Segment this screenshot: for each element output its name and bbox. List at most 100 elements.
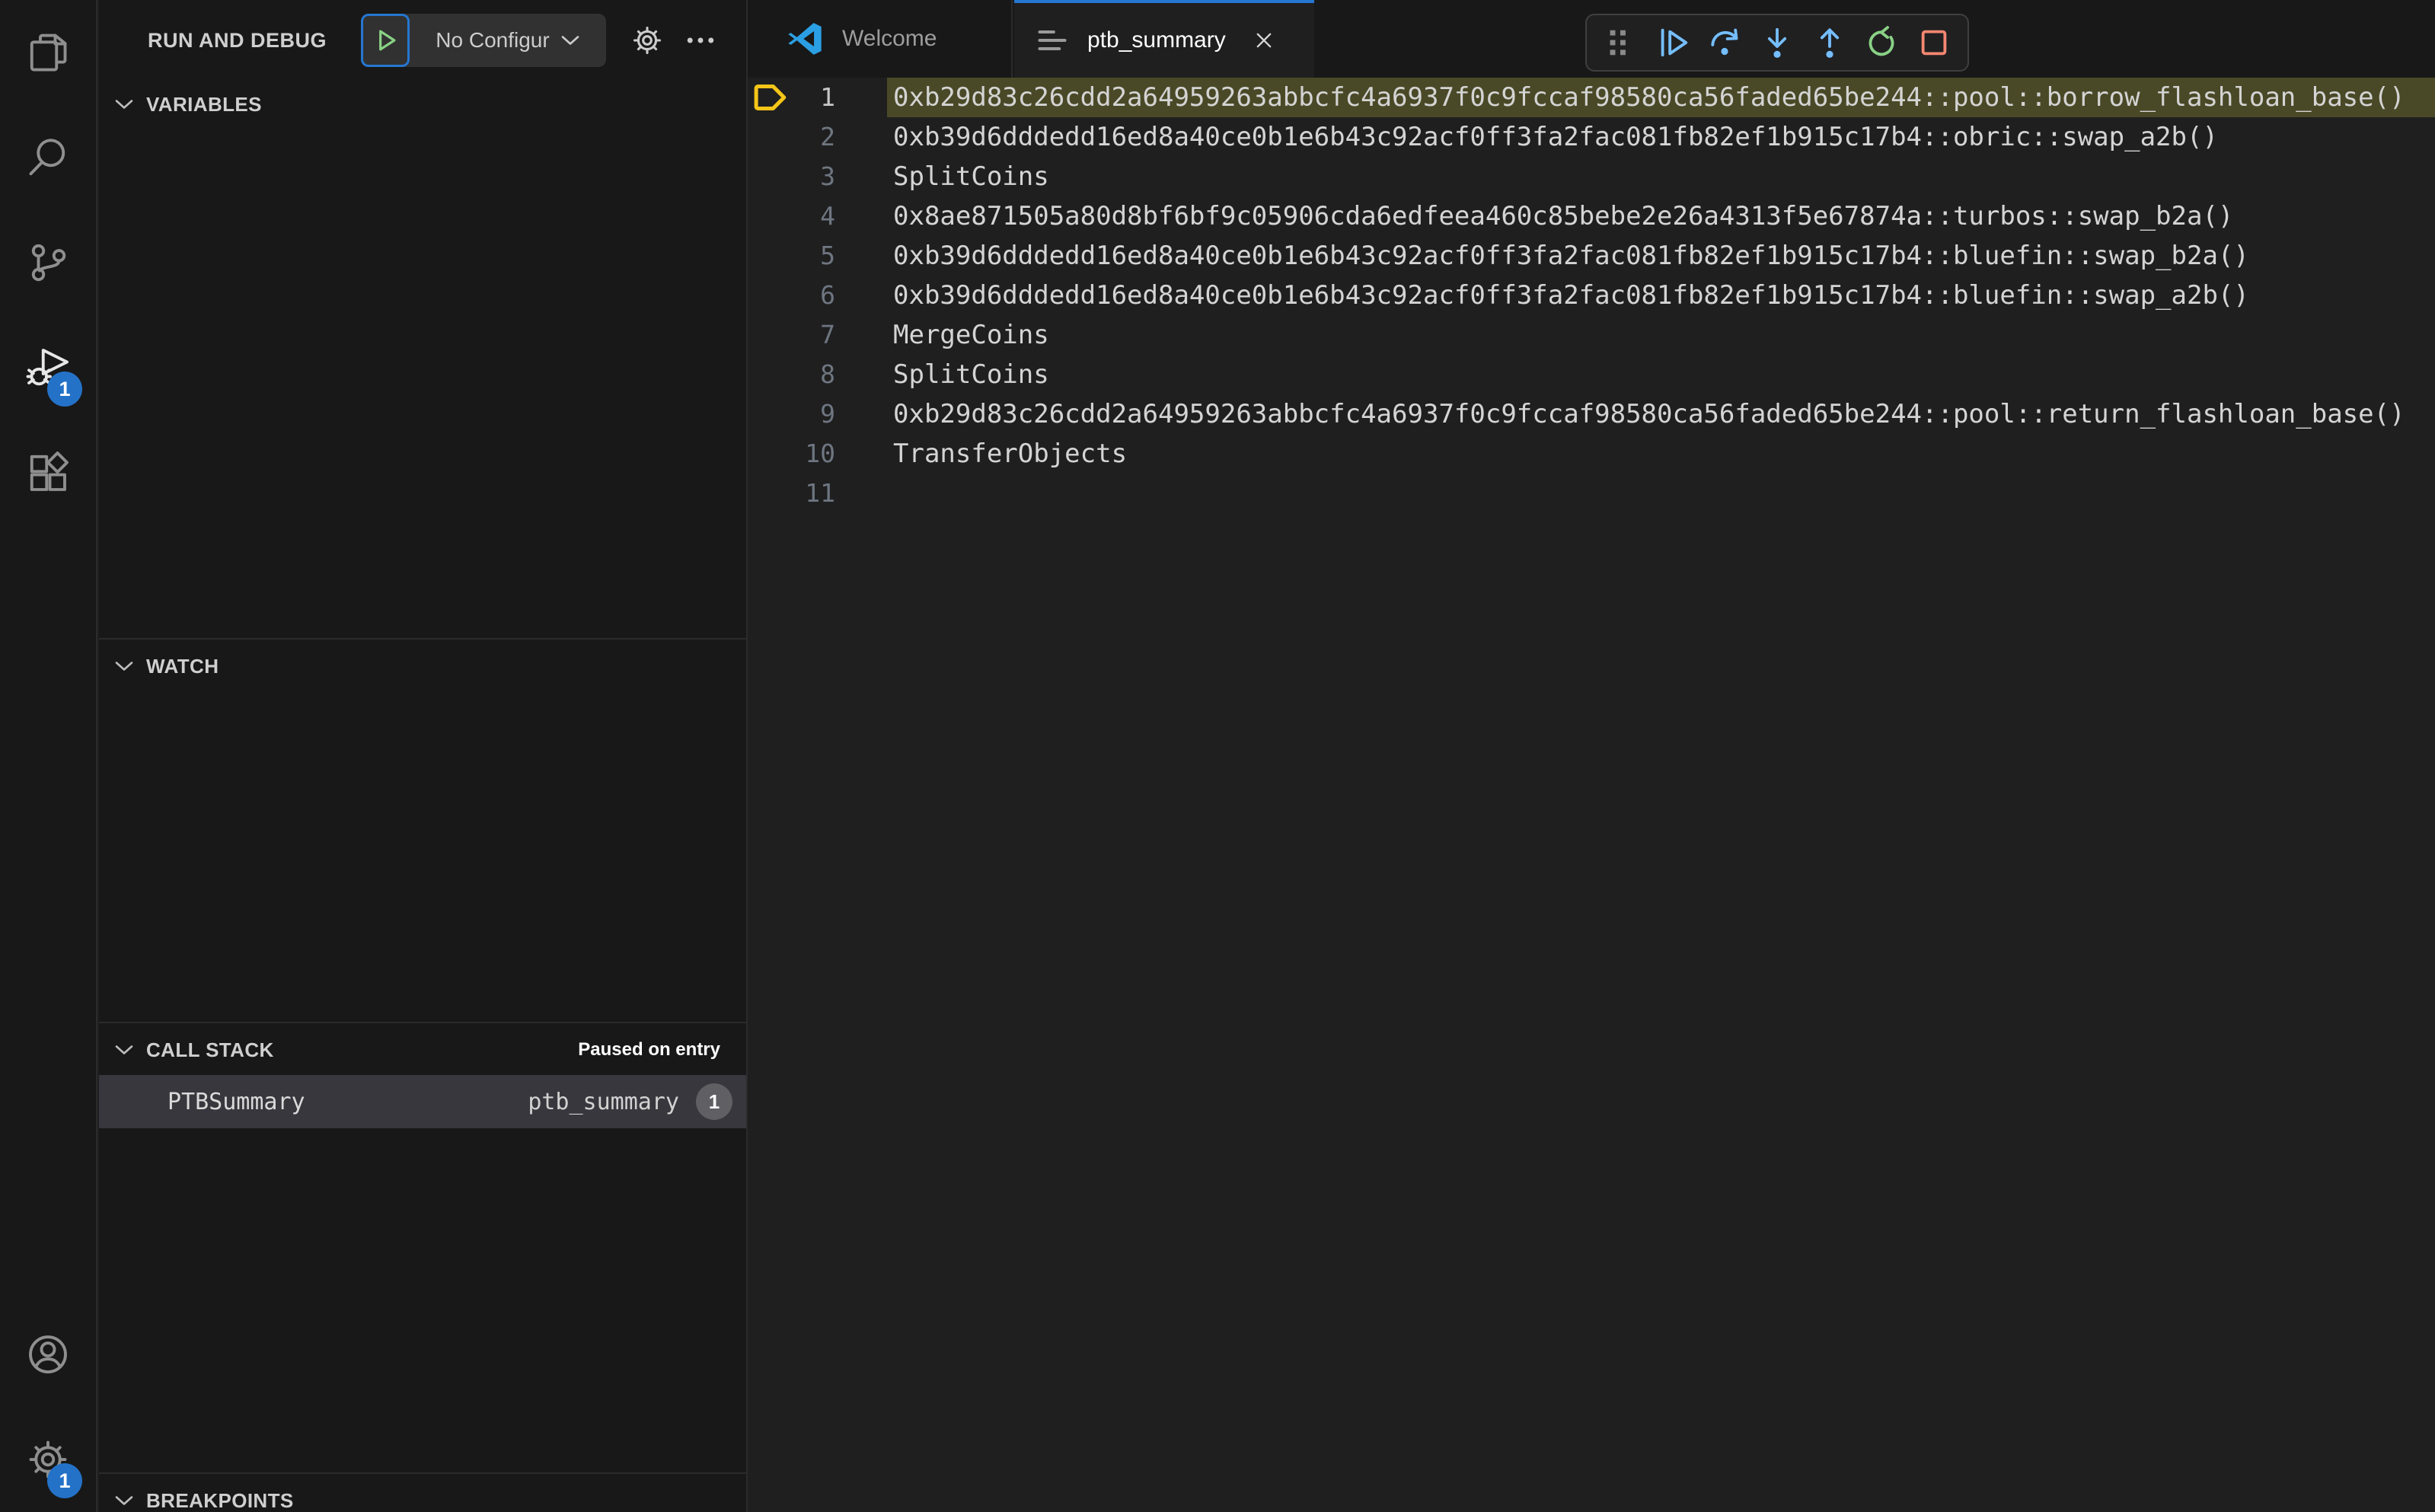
debug-current-line-icon: [754, 85, 787, 110]
code-line-text[interactable]: SplitCoins: [887, 157, 2435, 196]
restart-button[interactable]: [1859, 21, 1904, 65]
code-line: 8 SplitCoins: [749, 355, 2435, 394]
code-line-text[interactable]: MergeCoins: [887, 315, 2435, 355]
breakpoint-gutter[interactable]: [749, 474, 792, 513]
toolbar-drag-handle[interactable]: [1598, 21, 1642, 65]
chevron-down-icon: [561, 36, 579, 45]
code-line-text[interactable]: 0xb39d6dddedd16ed8a40ce0b1e6b43c92acf0ff…: [887, 276, 2435, 315]
section-divider[interactable]: [99, 638, 746, 640]
step-into-button[interactable]: [1755, 21, 1799, 65]
frame-badge: 1: [696, 1083, 732, 1120]
debug-configuration-dropdown[interactable]: No Configur: [410, 14, 606, 67]
frame-file: ptb_summary: [528, 1088, 679, 1115]
breakpoint-gutter[interactable]: [749, 157, 792, 196]
gutter-gap: [835, 276, 887, 315]
files-icon: [30, 33, 67, 72]
ellipsis-icon: [687, 37, 714, 43]
section-header-call-stack[interactable]: CALL STACK Paused on entry: [99, 1025, 746, 1075]
run-and-debug-sidebar: RUN AND DEBUG No Configur VARIABLES WATC…: [99, 0, 746, 1512]
activity-item-explorer[interactable]: [0, 0, 96, 105]
activity-item-extensions[interactable]: [0, 420, 96, 525]
breakpoint-gutter[interactable]: [749, 355, 792, 394]
code-line-text[interactable]: [887, 474, 2435, 513]
call-stack-status: Paused on entry: [578, 1039, 720, 1060]
stop-button[interactable]: [1912, 21, 1956, 65]
breakpoint-gutter[interactable]: [749, 394, 792, 434]
code-line: 4 0x8ae871505a80d8bf6bf9c05906cda6edfeea4…: [749, 196, 2435, 236]
sidebar-header: RUN AND DEBUG No Configur: [99, 0, 746, 81]
code-line: 6 0xb39d6dddedd16ed8a40ce0b1e6b43c92acf0f…: [749, 276, 2435, 315]
tab-ptb-summary[interactable]: ptb_summary: [1014, 0, 1314, 78]
breakpoint-gutter[interactable]: [749, 196, 792, 236]
code-line-text[interactable]: 0xb39d6dddedd16ed8a40ce0b1e6b43c92acf0ff…: [887, 117, 2435, 157]
call-stack-frame-row[interactable]: PTBSummary ptb_summary 1: [99, 1075, 746, 1128]
gear-icon: [633, 26, 662, 55]
list-icon: [1038, 30, 1067, 51]
section-header-variables[interactable]: VARIABLES: [99, 79, 746, 129]
chevron-down-icon: [115, 662, 133, 671]
tab-close-button[interactable]: [1247, 24, 1281, 57]
line-number: 11: [805, 478, 835, 508]
activity-item-source-control[interactable]: [0, 210, 96, 315]
code-line-text[interactable]: TransferObjects: [887, 434, 2435, 474]
line-number: 9: [820, 399, 835, 429]
step-over-button[interactable]: [1703, 21, 1747, 65]
code-line-text[interactable]: 0xb29d83c26cdd2a64959263abbcfc4a6937f0c9…: [887, 394, 2435, 434]
open-launch-json-button[interactable]: [624, 0, 670, 81]
debug-badge: 1: [47, 372, 82, 407]
section-divider[interactable]: [99, 1022, 746, 1023]
section-header-breakpoints[interactable]: BREAKPOINTS: [99, 1475, 746, 1512]
frame-meta: ptb_summary 1: [528, 1083, 732, 1120]
breakpoint-gutter[interactable]: [749, 434, 792, 474]
breakpoint-gutter[interactable]: [749, 236, 792, 276]
code-line: 3 SplitCoins: [749, 157, 2435, 196]
vscode-window: 1 1 RUN AND DEBUG No Configur VARIABLES …: [0, 0, 2435, 1512]
section-label: WATCH: [146, 654, 219, 678]
section-label: BREAKPOINTS: [146, 1488, 294, 1512]
line-number: 6: [820, 280, 835, 310]
section-header-watch[interactable]: WATCH: [99, 641, 746, 691]
line-number: 5: [820, 241, 835, 270]
line-number: 2: [820, 122, 835, 152]
close-icon: [1256, 33, 1272, 48]
code-line: 5 0xb39d6dddedd16ed8a40ce0b1e6b43c92acf0f…: [749, 236, 2435, 276]
activity-item-search[interactable]: [0, 105, 96, 210]
breakpoint-gutter[interactable]: [749, 117, 792, 157]
activity-item-accounts[interactable]: [0, 1302, 96, 1407]
gutter-gap: [835, 315, 887, 355]
code-editor[interactable]: 1 0xb29d83c26cdd2a64959263abbcfc4a6937f0c…: [749, 78, 2435, 1512]
stop-icon: [1921, 30, 1946, 56]
gutter-gap: [835, 117, 887, 157]
step-out-button[interactable]: [1808, 21, 1852, 65]
breakpoint-gutter[interactable]: [749, 276, 792, 315]
gutter-gap: [835, 236, 887, 276]
debug-configuration-value: No Configur: [436, 28, 550, 52]
gutter-gap: [835, 394, 887, 434]
code-line: 2 0xb39d6dddedd16ed8a40ce0b1e6b43c92acf0f…: [749, 117, 2435, 157]
debug-toolbar: [1585, 14, 1969, 72]
section-label: VARIABLES: [146, 92, 262, 116]
restart-icon: [1869, 26, 1894, 56]
step-over-icon: [1711, 28, 1738, 56]
views-more-actions-button[interactable]: [678, 0, 723, 81]
section-divider[interactable]: [99, 1472, 746, 1474]
activity-bar: 1 1: [0, 0, 97, 1512]
code-line-text[interactable]: 0x8ae871505a80d8bf6bf9c05906cda6edfeea46…: [887, 196, 2435, 236]
chevron-down-icon: [115, 100, 133, 109]
editor-group: Welcome ptb_summary 1 0xb29d83c26cdd2a64…: [746, 0, 2435, 1512]
code-line: 7 MergeCoins: [749, 315, 2435, 355]
breakpoint-gutter[interactable]: [749, 315, 792, 355]
step-out-icon: [1820, 28, 1839, 58]
debug-config-bar: No Configur: [361, 14, 606, 67]
activity-item-run-and-debug[interactable]: 1: [0, 315, 96, 420]
tab-welcome[interactable]: Welcome: [748, 0, 1013, 78]
code-line-text[interactable]: 0xb29d83c26cdd2a64959263abbcfc4a6937f0c9…: [887, 78, 2435, 117]
breakpoint-gutter[interactable]: [749, 78, 792, 117]
code-line-text[interactable]: SplitCoins: [887, 355, 2435, 394]
continue-button[interactable]: [1651, 21, 1695, 65]
start-debugging-button[interactable]: [361, 14, 410, 67]
code-line-text[interactable]: 0xb39d6dddedd16ed8a40ce0b1e6b43c92acf0ff…: [887, 236, 2435, 276]
activity-item-manage[interactable]: 1: [0, 1407, 96, 1512]
gutter-gap: [835, 355, 887, 394]
line-number: 7: [820, 320, 835, 349]
